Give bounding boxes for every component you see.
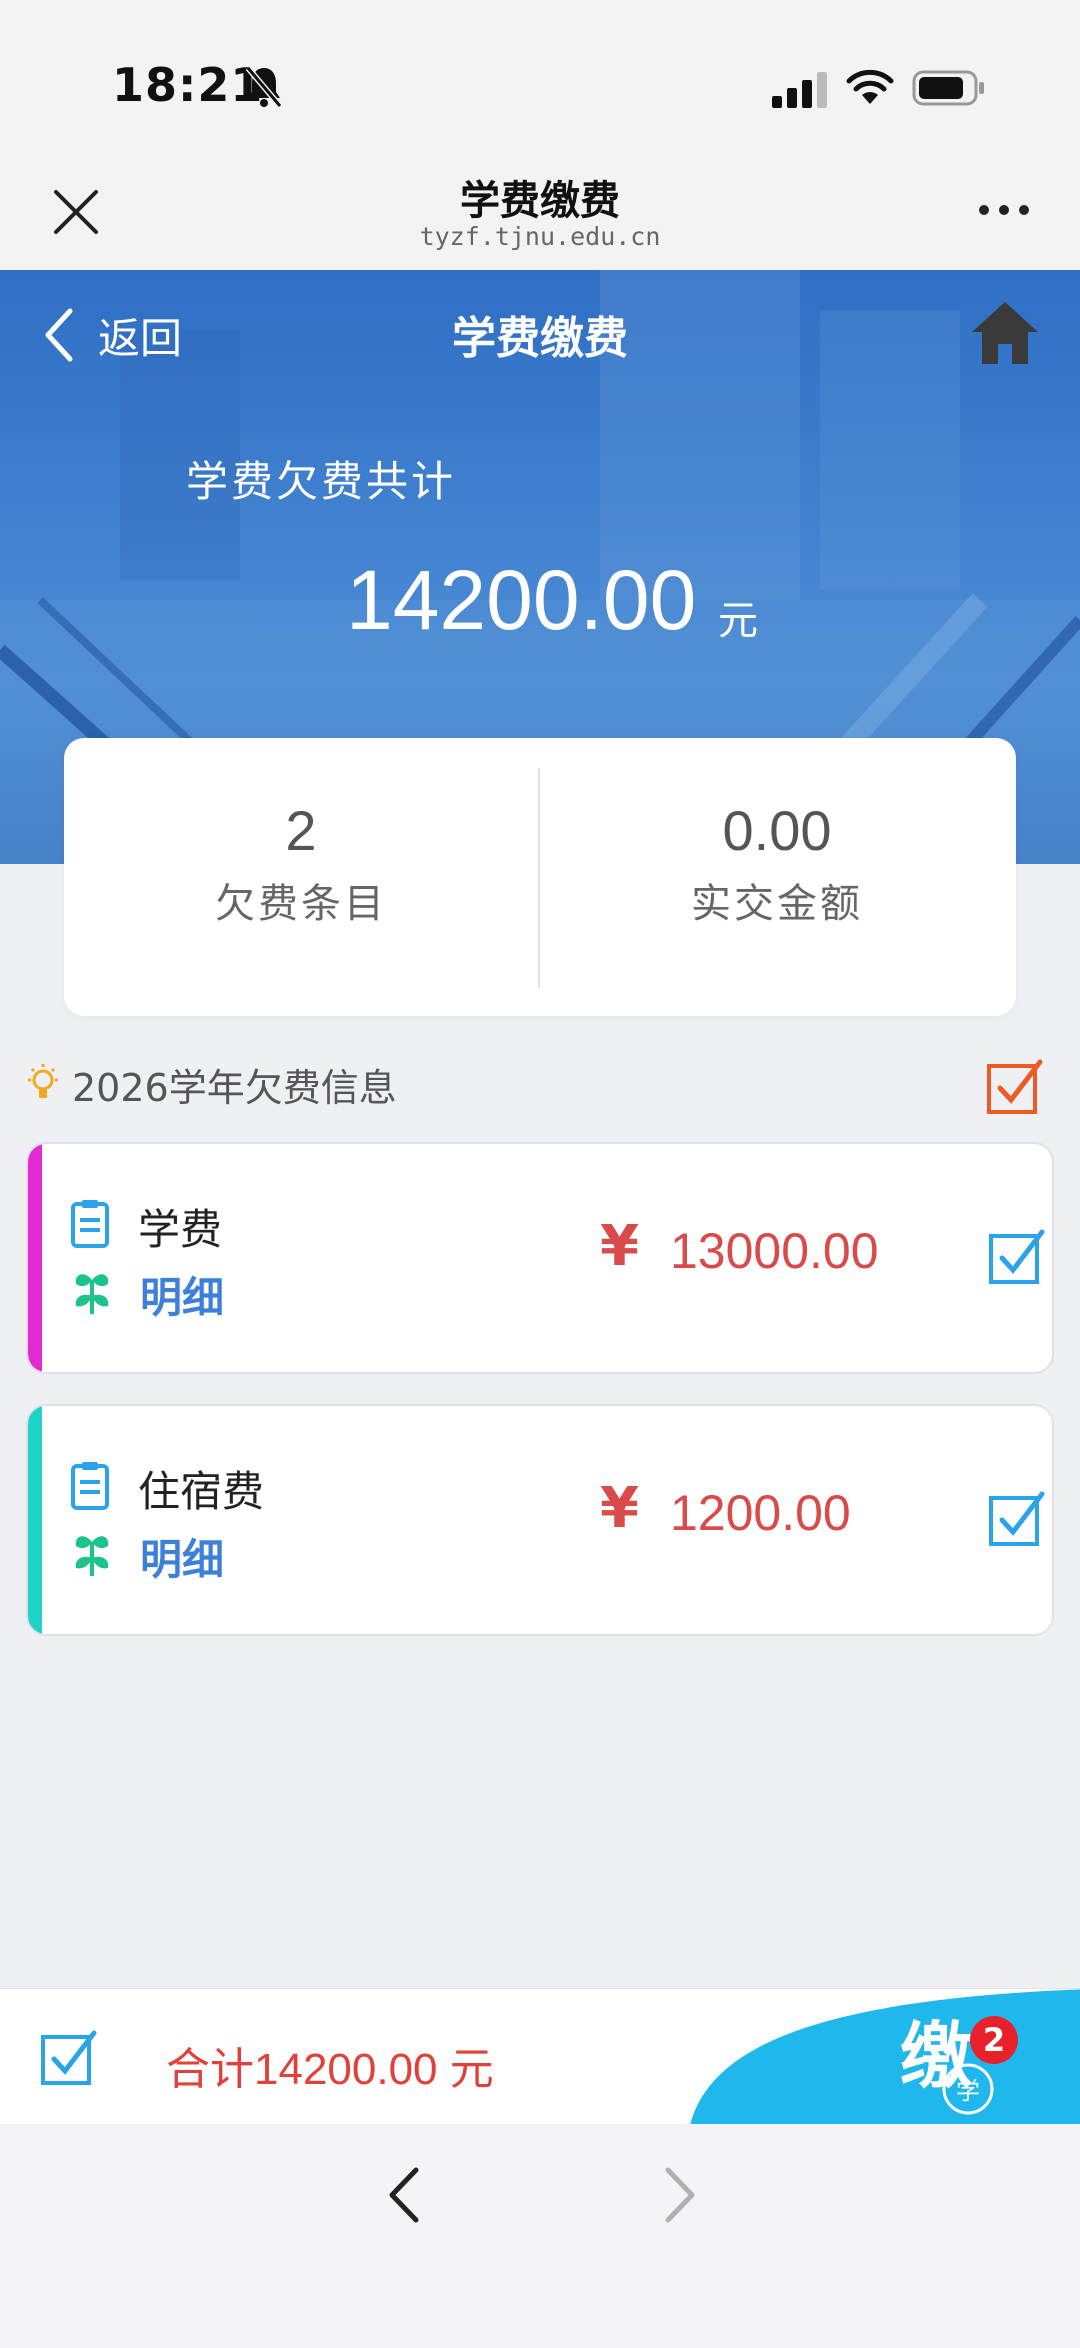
owed-total-unit: 元 — [718, 598, 758, 644]
pay-button[interactable]: 缴 学 — [690, 1989, 1080, 2125]
owed-total-label: 学费欠费共计 — [186, 457, 457, 506]
home-icon[interactable] — [970, 300, 1040, 366]
section-header: 2026学年欠费信息 — [24, 1054, 397, 1114]
paid-amount-stat: 0.00 实交金额 — [540, 798, 1014, 929]
clipboard-icon — [71, 1200, 109, 1248]
checkbox-checked-icon[interactable] — [988, 1228, 1046, 1286]
clipboard-icon — [71, 1462, 109, 1510]
browser-back-icon[interactable] — [382, 2164, 428, 2226]
select-all-checkbox-icon[interactable] — [986, 1058, 1044, 1116]
section-title: 2026学年欠费信息 — [72, 1065, 397, 1110]
bell-slash-icon — [245, 66, 283, 108]
battery-icon — [912, 70, 984, 106]
wifi-icon — [846, 69, 894, 104]
total-amount: 合计14200.00 元 — [166, 2045, 494, 2094]
leaf-icon — [75, 1536, 109, 1577]
summary-card: 2 欠费条目 0.00 实交金额 — [64, 738, 1016, 1016]
fee-item-tuition[interactable]: 学费 明细 ¥ 13000.00 — [26, 1142, 1054, 1374]
signal-icon — [772, 72, 827, 108]
fee-name: 住宿费 — [138, 1467, 265, 1516]
paid-amount-value: 0.00 — [722, 799, 832, 862]
currency-symbol: ¥ — [600, 1214, 639, 1279]
fee-item-accommodation[interactable]: 住宿费 明细 ¥ 1200.00 — [26, 1404, 1054, 1636]
browser-toolbar — [0, 2124, 1080, 2348]
fee-detail-link[interactable]: 明细 — [140, 1526, 224, 1587]
lightbulb-icon — [28, 1064, 58, 1098]
status-time: 18:21 — [112, 58, 264, 112]
paid-amount-label: 实交金额 — [691, 881, 863, 927]
leaf-icon — [75, 1274, 109, 1315]
fee-amount: 13000.00 — [670, 1223, 879, 1279]
browser-forward-icon[interactable] — [656, 2164, 702, 2226]
more-icon[interactable] — [976, 196, 1032, 224]
browser-url: tyzf.tjnu.edu.cn — [419, 222, 661, 251]
pay-bar: 合计14200.00 元 缴 学 — [0, 1988, 1080, 2125]
checkbox-checked-icon[interactable] — [40, 2029, 98, 2087]
svg-text:学: 学 — [956, 2077, 980, 2105]
arrears-items-label: 欠费条目 — [215, 881, 387, 927]
fee-accent-bar — [28, 1144, 42, 1372]
arrears-items-count: 2 — [285, 799, 317, 862]
fee-name: 学费 — [138, 1205, 223, 1254]
owed-total-amount: 14200.00 — [346, 553, 697, 647]
browser-page-title: 学费缴费 — [460, 178, 620, 224]
header-title: 学费缴费 — [452, 313, 628, 364]
fee-amount: 1200.00 — [670, 1485, 851, 1541]
currency-symbol: ¥ — [600, 1476, 639, 1541]
checkbox-checked-icon[interactable] — [988, 1490, 1046, 1548]
cart-count-badge: 2 — [970, 2016, 1018, 2064]
arrears-items-stat: 2 欠费条目 — [64, 798, 538, 929]
fee-detail-link[interactable]: 明细 — [140, 1264, 224, 1325]
fee-accent-bar — [28, 1406, 42, 1634]
